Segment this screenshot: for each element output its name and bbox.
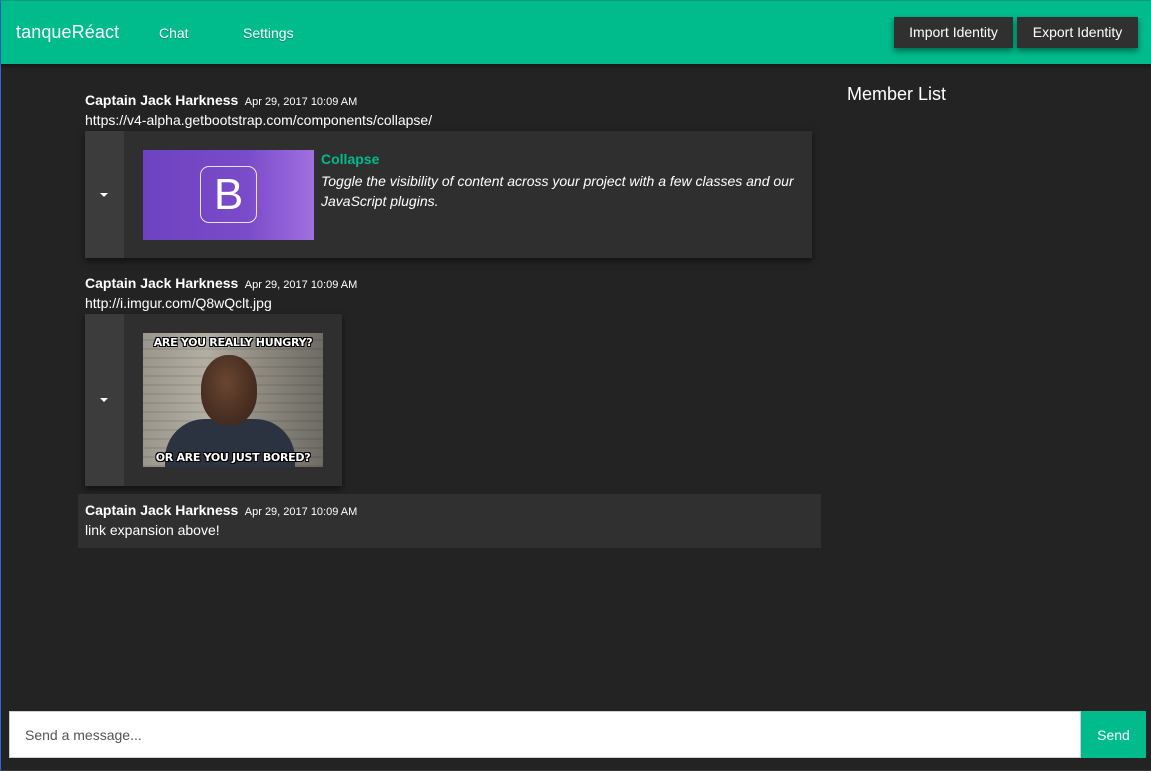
embedded-image[interactable]: ARE YOU REALLY HUNGRY? OR ARE YOU JUST B… bbox=[143, 333, 323, 467]
bootstrap-logo-icon: B bbox=[200, 166, 257, 223]
message-text[interactable]: https://v4-alpha.getbootstrap.com/compon… bbox=[85, 112, 432, 128]
message-author: Captain Jack Harkness bbox=[85, 502, 239, 518]
message-timestamp: Apr 29, 2017 10:09 AM bbox=[244, 279, 358, 291]
message-header: Captain Jack Harkness Apr 29, 2017 10:09… bbox=[85, 92, 357, 110]
app-window: tanqueRéact Chat Settings Import Identit… bbox=[0, 0, 1151, 771]
chat-message: Captain Jack Harkness Apr 29, 2017 10:09… bbox=[78, 273, 821, 489]
embed-collapse-toggle[interactable] bbox=[85, 314, 124, 486]
embed-description: Toggle the visibility of content across … bbox=[321, 173, 794, 209]
chat-message-highlighted: Captain Jack Harkness Apr 29, 2017 10:09… bbox=[78, 494, 821, 548]
image-caption-top: ARE YOU REALLY HUNGRY? bbox=[153, 336, 313, 349]
embed-title-link[interactable]: Collapse bbox=[321, 151, 379, 167]
import-identity-button[interactable]: Import Identity bbox=[894, 17, 1013, 48]
message-text: link expansion above! bbox=[85, 522, 220, 538]
embed-thumbnail: B bbox=[143, 150, 314, 240]
message-timestamp: Apr 29, 2017 10:09 AM bbox=[244, 96, 358, 108]
export-identity-button[interactable]: Export Identity bbox=[1017, 17, 1138, 48]
message-timestamp: Apr 29, 2017 10:09 AM bbox=[244, 506, 358, 518]
message-header: Captain Jack Harkness Apr 29, 2017 10:09… bbox=[85, 502, 357, 520]
message-author: Captain Jack Harkness bbox=[85, 92, 239, 108]
chat-message: Captain Jack Harkness Apr 29, 2017 10:09… bbox=[78, 90, 821, 260]
message-header: Captain Jack Harkness Apr 29, 2017 10:09… bbox=[85, 275, 357, 293]
message-author: Captain Jack Harkness bbox=[85, 275, 239, 291]
image-figure-head bbox=[201, 355, 257, 425]
send-button[interactable]: Send bbox=[1081, 711, 1146, 758]
message-composer: Send bbox=[9, 711, 1146, 758]
member-list-title: Member List bbox=[847, 84, 947, 104]
caret-down-icon bbox=[100, 398, 108, 402]
brand-title[interactable]: tanqueRéact bbox=[16, 22, 119, 43]
caret-down-icon bbox=[100, 193, 108, 197]
image-embed: ARE YOU REALLY HUNGRY? OR ARE YOU JUST B… bbox=[85, 314, 342, 486]
message-text[interactable]: http://i.imgur.com/Q8wQclt.jpg bbox=[85, 295, 272, 311]
embed-collapse-toggle[interactable] bbox=[85, 131, 124, 258]
nav-settings-link[interactable]: Settings bbox=[243, 25, 294, 41]
image-caption-bottom: OR ARE YOU JUST BORED? bbox=[155, 451, 311, 464]
top-navbar: tanqueRéact Chat Settings Import Identit… bbox=[1, 0, 1151, 64]
nav-chat-link[interactable]: Chat bbox=[159, 25, 189, 41]
message-input[interactable] bbox=[9, 711, 1081, 758]
link-embed: B Collapse Toggle the visibility of cont… bbox=[85, 131, 812, 258]
